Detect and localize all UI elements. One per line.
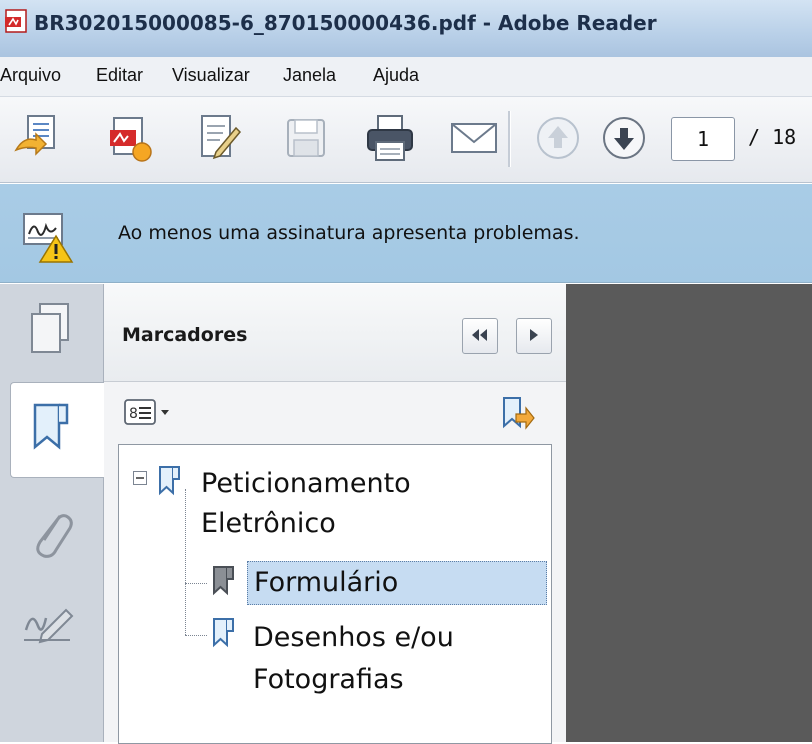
double-chevron-left-icon: [472, 329, 487, 341]
adobe-pdf-icon: [5, 9, 27, 33]
toolbar-separator: [508, 111, 511, 167]
tab-bookmarks[interactable]: [10, 382, 105, 478]
bookmarks-panel: Marcadores 8 Peticionamento Eletrônico F…: [104, 284, 566, 744]
collapse-toggle-icon[interactable]: [133, 471, 147, 485]
bookmark-label: Eletrônico: [201, 508, 336, 539]
toolbar: 1 / 18: [0, 97, 812, 183]
bookmark-label: Desenhos e/ou: [253, 622, 454, 653]
triangle-right-icon: [530, 329, 538, 341]
bookmarks-panel-title: Marcadores: [122, 324, 248, 346]
page-thumbnails-icon[interactable]: [24, 300, 80, 360]
sign-document-icon[interactable]: [190, 110, 246, 166]
signature-warning-icon: [23, 213, 74, 263]
options-list-icon: 8: [124, 399, 169, 425]
bookmark-label: Fotografias: [253, 664, 404, 695]
bookmark-icon: [213, 566, 234, 596]
menu-ajuda[interactable]: Ajuda: [373, 65, 419, 86]
attachments-paperclip-icon[interactable]: [26, 506, 80, 564]
svg-text:8: 8: [129, 406, 138, 422]
menu-visualizar[interactable]: Visualizar: [172, 65, 250, 86]
window-title: BR302015000085-6_870150000436.pdf - Adob…: [34, 11, 657, 35]
menu-bar: Arquivo Editar Visualizar Janela Ajuda: [0, 57, 812, 97]
bookmark-node-formulario[interactable]: Formulário: [247, 561, 547, 605]
bookmarks-options-dropdown[interactable]: 8: [124, 398, 180, 428]
print-icon[interactable]: [362, 110, 418, 166]
collapse-panel-button[interactable]: [462, 318, 498, 354]
signature-warning-bar: Ao menos uma assinatura apresenta proble…: [0, 184, 812, 283]
next-page-icon[interactable]: [596, 110, 652, 166]
signature-warning-message: Ao menos uma assinatura apresenta proble…: [118, 222, 580, 244]
new-bookmark-icon[interactable]: [496, 394, 536, 432]
bookmark-node-peticionamento[interactable]: Peticionamento Eletrônico: [119, 463, 549, 553]
title-bar: BR302015000085-6_870150000436.pdf - Adob…: [0, 0, 812, 57]
bookmarks-tree: Peticionamento Eletrônico Formulário Des…: [118, 444, 552, 744]
bookmarks-options-row: 8: [104, 382, 566, 442]
menu-editar[interactable]: Editar: [96, 65, 143, 86]
create-pdf-icon[interactable]: [102, 110, 158, 166]
page-total-label: / 18: [748, 125, 797, 149]
email-icon[interactable]: [446, 110, 502, 166]
menu-arquivo[interactable]: Arquivo: [0, 65, 61, 86]
save-icon[interactable]: [278, 110, 334, 166]
tree-connector: [185, 635, 207, 636]
menu-janela[interactable]: Janela: [283, 65, 336, 86]
navigation-tab-column: [0, 284, 105, 742]
bookmark-icon: [33, 403, 69, 450]
bookmark-node-desenhos[interactable]: Desenhos e/ou Fotografias: [207, 615, 547, 705]
bookmark-icon: [213, 618, 234, 648]
previous-page-icon[interactable]: [530, 110, 586, 166]
bookmarks-panel-header: Marcadores: [104, 284, 566, 382]
document-viewer-area[interactable]: [566, 284, 812, 742]
page-number-input[interactable]: 1: [671, 117, 735, 161]
signatures-panel-icon[interactable]: [20, 600, 80, 650]
tree-connector: [185, 583, 207, 584]
panel-menu-button[interactable]: [516, 318, 552, 354]
bookmark-label: Peticionamento: [201, 468, 411, 499]
bookmark-label: Formulário: [254, 567, 399, 598]
open-file-icon[interactable]: [10, 110, 66, 166]
bookmark-icon: [159, 466, 180, 496]
